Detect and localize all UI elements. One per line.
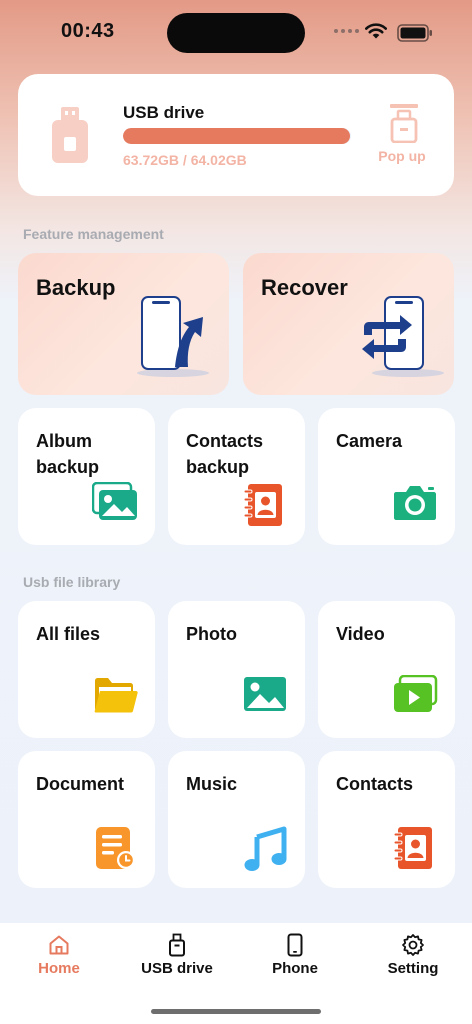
storage-progress-fill: [123, 128, 350, 144]
photo-tile[interactable]: Photo: [168, 601, 305, 738]
usb-drive-icon: [169, 933, 185, 957]
status-bar: 00:43: [0, 0, 472, 64]
dynamic-island: [167, 13, 305, 53]
pop-up-button[interactable]: Pop up: [372, 100, 444, 170]
signal-icon: [334, 29, 359, 33]
storage-progress-bar: [123, 128, 351, 144]
tab-usb-drive-label: USB drive: [141, 960, 213, 977]
video-label: Video: [336, 624, 385, 644]
backup-label: Backup: [36, 275, 116, 300]
tab-phone-label: Phone: [272, 960, 318, 977]
all-files-tile[interactable]: All files: [18, 601, 155, 738]
contacts-backup-tile[interactable]: Contacts backup: [168, 408, 305, 545]
music-note-icon: [244, 826, 287, 871]
backup-tile[interactable]: Backup: [18, 253, 229, 395]
camera-label: Camera: [336, 431, 403, 451]
contacts-icon: [393, 827, 432, 869]
gear-icon: [402, 934, 424, 956]
album-backup-label: Album backup: [36, 431, 100, 477]
music-label: Music: [186, 774, 238, 794]
battery-icon: [397, 24, 432, 42]
contacts-backup-label: Contacts backup: [186, 431, 264, 477]
status-time: 00:43: [61, 20, 115, 42]
tab-usb-drive[interactable]: USB drive: [122, 933, 232, 985]
document-label: Document: [36, 774, 125, 794]
tab-setting[interactable]: Setting: [358, 933, 468, 985]
eject-icon: [390, 104, 418, 143]
camera-tile[interactable]: Camera: [318, 408, 455, 545]
album-icon: [92, 482, 137, 520]
all-files-label: All files: [36, 624, 101, 644]
image-icon: [244, 677, 286, 711]
phone-recover-icon: [362, 296, 444, 377]
usb-file-library-heading: Usb file library: [23, 574, 121, 590]
tab-home-label: Home: [38, 960, 80, 977]
document-icon: [96, 827, 135, 869]
album-backup-tile[interactable]: Album backup: [18, 408, 155, 545]
document-tile[interactable]: Document: [18, 751, 155, 888]
video-tile[interactable]: Video: [318, 601, 455, 738]
home-icon: [49, 935, 69, 955]
folder-icon: [94, 678, 138, 713]
photo-label: Photo: [186, 624, 237, 644]
tab-phone[interactable]: Phone: [240, 933, 350, 985]
contacts-book-icon: [243, 484, 282, 526]
usb-drive-icon: [52, 107, 88, 163]
wifi-icon: [365, 23, 387, 39]
feature-management-heading: Feature management: [23, 226, 164, 242]
usb-drive-card[interactable]: USB drive 63.72GB / 64.02GB Pop up: [18, 74, 454, 196]
tab-setting-label: Setting: [387, 960, 439, 977]
contacts-tile[interactable]: Contacts: [318, 751, 455, 888]
recover-label: Recover: [261, 275, 348, 300]
camera-icon: [394, 486, 436, 520]
storage-usage-text: 63.72GB / 64.02GB: [123, 152, 247, 168]
contacts-label: Contacts: [336, 774, 414, 794]
home-indicator: [151, 1009, 321, 1014]
usb-drive-title: USB drive: [123, 103, 205, 122]
pop-up-label: Pop up: [378, 148, 426, 164]
music-tile[interactable]: Music: [168, 751, 305, 888]
tab-home[interactable]: Home: [4, 933, 114, 985]
phone-icon: [287, 933, 303, 957]
video-icon: [394, 675, 438, 712]
recover-tile[interactable]: Recover: [243, 253, 454, 395]
phone-backup-icon: [137, 296, 209, 377]
